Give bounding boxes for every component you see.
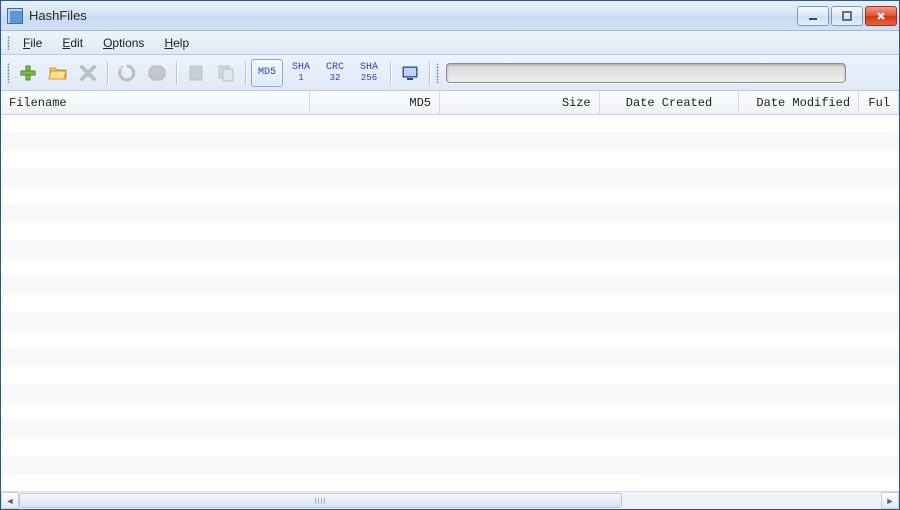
menu-file-rest: ile	[30, 36, 42, 50]
table-row[interactable]	[1, 475, 899, 491]
remove-button[interactable]	[74, 59, 102, 87]
menu-options-rest: ptions	[112, 36, 144, 50]
table-row[interactable]	[1, 277, 899, 295]
export-icon	[186, 63, 206, 83]
table-row[interactable]	[1, 223, 899, 241]
algo-md5-label: MD5	[258, 68, 276, 78]
table-row[interactable]	[1, 457, 899, 475]
scroll-left-button[interactable]: ◄	[1, 492, 19, 509]
table-row[interactable]	[1, 385, 899, 403]
table-row[interactable]	[1, 331, 899, 349]
maximize-icon	[841, 10, 853, 22]
open-button[interactable]	[44, 59, 72, 87]
menu-help[interactable]: Help	[154, 31, 199, 54]
menubar: File Edit Options Help	[1, 31, 899, 55]
folder-icon	[48, 63, 68, 83]
toolbar: MD5 SHA1 CRC32 SHA256	[1, 55, 899, 91]
table-row[interactable]	[1, 259, 899, 277]
scroll-track[interactable]	[19, 492, 881, 509]
table-row[interactable]	[1, 403, 899, 421]
algo-sha256-label: SHA	[360, 62, 378, 73]
close-button[interactable]	[865, 6, 897, 26]
copy-icon	[216, 63, 236, 83]
toolbar-sep-3	[245, 61, 246, 85]
table-row[interactable]	[1, 133, 899, 151]
table-row[interactable]	[1, 439, 899, 457]
monitor-icon	[400, 63, 420, 83]
app-icon	[7, 8, 23, 24]
titlebar: HashFiles	[1, 1, 899, 31]
toolbar-sep-4	[390, 61, 391, 85]
stop-icon	[147, 63, 167, 83]
table-header: Filename MD5 Size Date Created Date Modi…	[1, 91, 899, 115]
col-size[interactable]: Size	[440, 91, 600, 114]
table-row[interactable]	[1, 115, 899, 133]
algo-crc32-sub: 32	[326, 73, 344, 83]
algo-sha256-sub: 256	[360, 73, 378, 83]
menu-edit[interactable]: Edit	[52, 31, 93, 54]
table-row[interactable]	[1, 367, 899, 385]
view-button[interactable]	[396, 59, 424, 87]
menubar-grip[interactable]	[5, 31, 11, 54]
table-body[interactable]	[1, 115, 899, 491]
toolbar-grip-2[interactable]	[434, 60, 440, 86]
table-row[interactable]	[1, 205, 899, 223]
menu-help-rest: elp	[173, 36, 189, 50]
table-row[interactable]	[1, 151, 899, 169]
algo-sha256-button[interactable]: SHA256	[353, 59, 385, 87]
close-icon	[875, 10, 887, 22]
x-icon	[78, 63, 98, 83]
table-row[interactable]	[1, 421, 899, 439]
algo-crc32-button[interactable]: CRC32	[319, 59, 351, 87]
toolbar-sep-5	[429, 61, 430, 85]
table-row[interactable]	[1, 349, 899, 367]
col-filename[interactable]: Filename	[1, 91, 310, 114]
copy-button[interactable]	[212, 59, 240, 87]
toolbar-grip[interactable]	[5, 60, 11, 86]
menu-options[interactable]: Options	[93, 31, 154, 54]
horizontal-scrollbar[interactable]: ◄ ►	[1, 491, 899, 509]
menu-edit-rest: dit	[70, 36, 83, 50]
export-button[interactable]	[182, 59, 210, 87]
window-title: HashFiles	[29, 8, 87, 23]
col-md5[interactable]: MD5	[310, 91, 440, 114]
col-date-modified[interactable]: Date Modified	[739, 91, 859, 114]
scroll-thumb[interactable]	[19, 493, 622, 508]
scroll-right-button[interactable]: ►	[881, 492, 899, 509]
algo-sha1-label: SHA	[292, 62, 310, 73]
add-button[interactable]	[14, 59, 42, 87]
progress-bar	[446, 63, 846, 83]
menu-file[interactable]: File	[13, 31, 52, 54]
table-row[interactable]	[1, 295, 899, 313]
maximize-button[interactable]	[831, 6, 863, 26]
window-buttons	[797, 6, 897, 26]
refresh-button[interactable]	[113, 59, 141, 87]
table-row[interactable]	[1, 241, 899, 259]
col-date-created[interactable]: Date Created	[600, 91, 740, 114]
refresh-icon	[117, 63, 137, 83]
toolbar-sep-2	[176, 61, 177, 85]
table-row[interactable]	[1, 187, 899, 205]
table-row[interactable]	[1, 313, 899, 331]
algo-md5-button[interactable]: MD5	[251, 59, 283, 87]
algo-sha1-sub: 1	[292, 73, 310, 83]
stop-button[interactable]	[143, 59, 171, 87]
minimize-icon	[807, 10, 819, 22]
algo-sha1-button[interactable]: SHA1	[285, 59, 317, 87]
toolbar-sep-1	[107, 61, 108, 85]
algo-crc32-label: CRC	[326, 62, 344, 73]
app-window: HashFiles File Edit Options Help	[0, 0, 900, 510]
minimize-button[interactable]	[797, 6, 829, 26]
col-full[interactable]: Ful	[859, 91, 899, 114]
table-row[interactable]	[1, 169, 899, 187]
plus-icon	[18, 63, 38, 83]
